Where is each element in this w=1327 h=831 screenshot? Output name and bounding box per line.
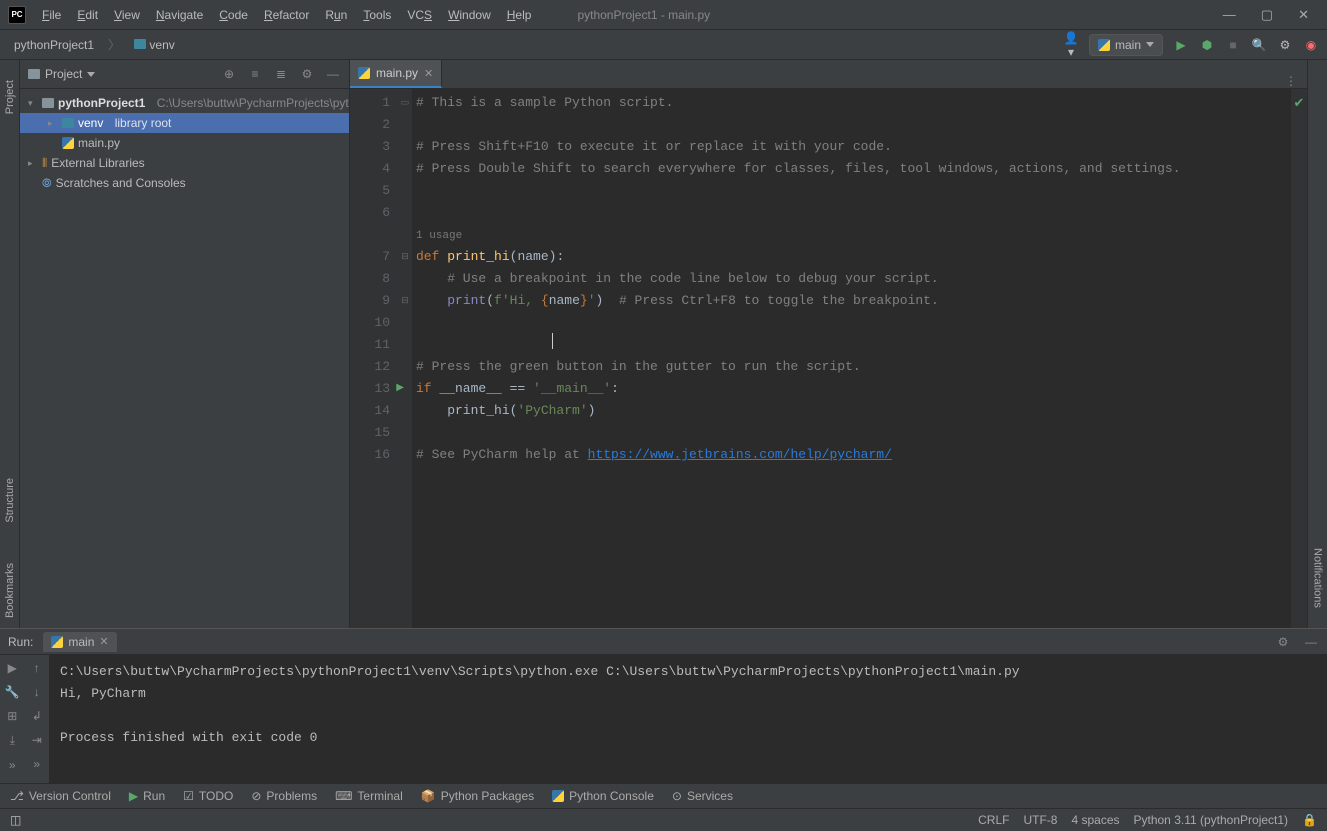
sidebar-project-tab[interactable]: Project (4, 80, 16, 114)
inspection-gutter[interactable]: ✔ (1291, 89, 1307, 628)
tool-problems[interactable]: ⊘Problems (251, 789, 317, 803)
search-icon[interactable]: 🔍 (1251, 38, 1267, 52)
tool-python-console[interactable]: Python Console (552, 789, 654, 803)
up-icon[interactable]: ↑ (34, 661, 40, 675)
scroll-end-icon[interactable]: ⇥ (32, 733, 42, 747)
close-tab-icon[interactable]: ✕ (424, 67, 433, 80)
tab-label: main.py (376, 66, 418, 80)
tool-services[interactable]: ⊙Services (672, 789, 733, 803)
status-indent[interactable]: 4 spaces (1071, 813, 1119, 827)
menu-edit[interactable]: Edit (71, 5, 104, 25)
layout-icon[interactable]: ⊞ (7, 709, 17, 723)
soft-wrap-icon[interactable]: ↲ (32, 709, 42, 723)
run-output[interactable]: C:\Users\buttw\PycharmProjects\pythonPro… (50, 655, 1327, 783)
window-title: pythonProject1 - main.py (577, 8, 710, 22)
menu-help[interactable]: Help (501, 5, 538, 25)
menu-refactor[interactable]: Refactor (258, 5, 315, 25)
run-config-label: main (1115, 38, 1141, 52)
menu-vcs[interactable]: VCS (401, 5, 438, 25)
add-user-icon[interactable]: 👤▾ (1063, 31, 1079, 59)
folder-icon (62, 118, 74, 128)
menu-tools[interactable]: Tools (357, 5, 397, 25)
tree-root[interactable]: ▾ pythonProject1 C:\Users\buttw\PycharmP… (20, 93, 349, 113)
hide-run-icon[interactable]: — (1303, 635, 1319, 649)
select-opened-file-icon[interactable]: ⊕ (221, 67, 237, 81)
menu-navigate[interactable]: Navigate (150, 5, 209, 25)
code-editor[interactable]: # This is a sample Python script. # Pres… (412, 89, 1291, 628)
status-interpreter[interactable]: Python 3.11 (pythonProject1) (1134, 813, 1289, 827)
rerun-icon[interactable]: ▶ (8, 661, 17, 675)
minimize-button[interactable]: — (1223, 7, 1236, 23)
wrench-icon[interactable]: 🔧 (5, 685, 20, 699)
debug-button[interactable]: ⬢ (1199, 38, 1215, 52)
menu-code[interactable]: Code (213, 5, 254, 25)
run-settings-icon[interactable]: ⚙ (1275, 635, 1291, 649)
folder-icon (134, 39, 146, 49)
menu-file[interactable]: File (36, 5, 67, 25)
tool-terminal[interactable]: ⌨Terminal (335, 789, 403, 803)
python-icon (1098, 39, 1110, 51)
chevron-down-icon (1146, 42, 1154, 47)
breadcrumb-sep: 〉 (102, 34, 126, 55)
tool-todo[interactable]: ☑TODO (183, 789, 233, 803)
tree-scratches[interactable]: ⦾ Scratches and Consoles (20, 173, 349, 193)
hide-panel-icon[interactable]: — (325, 67, 341, 81)
menu-bar: File Edit View Navigate Code Refactor Ru… (36, 5, 537, 25)
project-panel-title[interactable]: Project (28, 67, 95, 81)
run-config-selector[interactable]: main (1089, 34, 1163, 56)
collapse-all-icon[interactable]: ≣ (273, 67, 289, 81)
tree-file-main[interactable]: main.py (20, 133, 349, 153)
tree-venv[interactable]: ▸ venv library root (20, 113, 349, 133)
sidebar-bookmarks-tab[interactable]: Bookmarks (4, 563, 16, 618)
chevron-down-icon (87, 72, 95, 77)
maximize-button[interactable]: ▢ (1261, 7, 1273, 23)
status-encoding[interactable]: UTF-8 (1023, 813, 1057, 827)
save-output-icon[interactable]: ⤓ (10, 733, 15, 748)
app-logo: PC (8, 6, 26, 24)
jetbrains-icon[interactable]: ◉ (1303, 38, 1319, 52)
stop-button[interactable]: ■ (1225, 38, 1241, 52)
run-tab[interactable]: main ✕ (43, 632, 116, 652)
check-icon: ✔ (1294, 93, 1305, 115)
folder-icon (28, 69, 40, 79)
sidebar-notifications-tab[interactable]: Notifications (1312, 548, 1324, 608)
menu-run[interactable]: Run (319, 5, 353, 25)
run-line-icon[interactable]: ▶ (396, 378, 404, 400)
settings-icon[interactable]: ⚙ (299, 67, 315, 81)
menu-view[interactable]: View (108, 5, 146, 25)
line-gutter[interactable]: 123456 789101112 13▶ 141516 (350, 89, 398, 628)
settings-icon[interactable]: ⚙ (1277, 38, 1293, 52)
text-caret (552, 333, 553, 349)
run-button[interactable]: ▶ (1173, 38, 1189, 52)
status-tool-window-icon[interactable]: ◫ (10, 813, 21, 827)
close-button[interactable]: ✕ (1298, 7, 1309, 23)
expand-right-icon[interactable]: » (9, 758, 16, 772)
tabs-more-icon[interactable]: ⋮ (1275, 74, 1307, 88)
editor-tab-main[interactable]: main.py ✕ (350, 60, 442, 88)
status-lock-icon[interactable]: 🔒 (1302, 813, 1317, 827)
expand-right-icon[interactable]: » (33, 757, 40, 771)
breadcrumb-item[interactable]: venv (128, 36, 181, 54)
tool-version-control[interactable]: ⎇Version Control (10, 789, 111, 803)
breadcrumb-root[interactable]: pythonProject1 (8, 36, 100, 54)
python-icon (552, 790, 564, 802)
run-panel-label: Run: (8, 635, 33, 649)
tool-python-packages[interactable]: 📦Python Packages (421, 789, 534, 803)
fold-gutter[interactable]: ▭ ⊟⊟ (398, 89, 412, 628)
status-line-sep[interactable]: CRLF (978, 813, 1009, 827)
close-run-tab-icon[interactable]: ✕ (99, 635, 108, 648)
tree-external-libs[interactable]: ▸⦀ External Libraries (20, 153, 349, 173)
python-icon (62, 137, 74, 149)
expand-all-icon[interactable]: ≡ (247, 67, 263, 81)
menu-window[interactable]: Window (442, 5, 497, 25)
down-icon[interactable]: ↓ (34, 685, 40, 699)
python-icon (51, 636, 63, 648)
folder-icon (42, 98, 54, 108)
sidebar-structure-tab[interactable]: Structure (4, 478, 16, 523)
python-icon (358, 67, 370, 79)
tool-run[interactable]: ▶Run (129, 789, 165, 803)
